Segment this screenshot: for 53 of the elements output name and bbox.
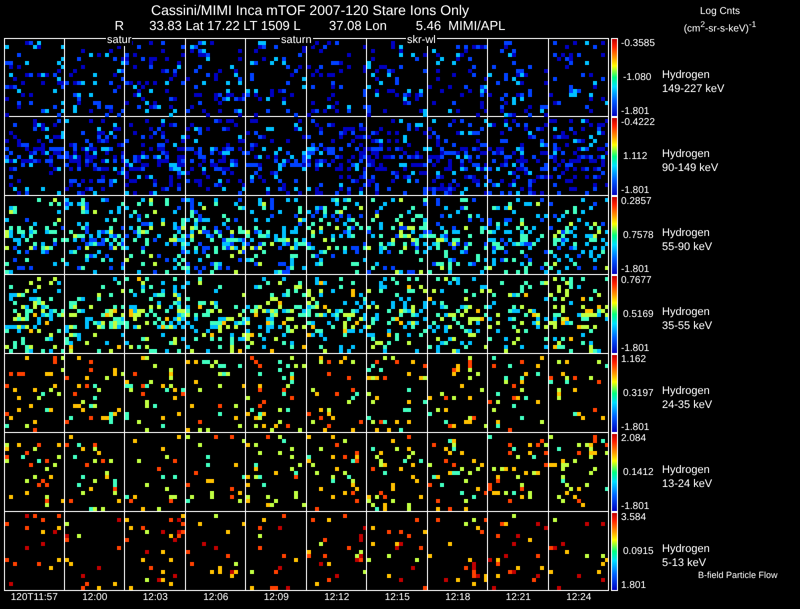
time-tick-label: 12:12	[323, 591, 350, 604]
energy-range-label: 90-149 keV	[662, 161, 718, 175]
scale-min-label: -1.801	[621, 344, 650, 354]
event-label: satur	[106, 35, 132, 46]
scale-max-label: 0.2857	[621, 197, 652, 207]
plot-title: Cassini/MIMI Inca mTOF 2007-120 Stare Ions Only	[151, 2, 469, 18]
scale-min-label: -1.801	[621, 186, 650, 196]
units-text: (cm$^{2}$-sr-s-keV)$^{-1}$	[684, 18, 756, 36]
scale-mid-label: 0.7578	[623, 231, 654, 241]
time-tick-label: 12:09	[262, 591, 290, 604]
legend-note: B-field Particle Flow	[698, 569, 778, 582]
scale-mid-label: 0.0915	[623, 547, 654, 557]
scale-min-label: 1.801	[621, 581, 646, 591]
species-label: Hydrogen	[662, 68, 711, 82]
time-tick-label: 120T11:57	[10, 591, 59, 604]
species-label: Hydrogen	[662, 384, 711, 398]
scale-max-label: 0.7677	[621, 276, 652, 286]
scale-min-label: -1.801	[621, 423, 650, 433]
event-label: skr-wl	[406, 35, 437, 46]
species-label: Hydrogen	[662, 305, 711, 319]
units-label: Log Cnts	[700, 6, 740, 18]
scale-max-label: 1.162	[621, 355, 646, 365]
scale-max-label: 2.084	[621, 434, 646, 444]
energy-range-label: 35-55 keV	[662, 319, 712, 333]
scale-mid-label: 0.1412	[623, 468, 654, 478]
scale-mid-label: 0.3197	[623, 389, 654, 399]
scale-min-label: -1.801	[621, 265, 650, 275]
orbit-info: R 33.83 Lat 17.22 LT 1509 L 37.08 Lon 5.46 MIMI/APL	[114, 18, 506, 33]
scale-min-label: -1.801	[621, 502, 650, 512]
time-tick-label: 12:15	[384, 591, 411, 604]
time-tick-label: 12:06	[202, 591, 230, 604]
scale-mid-label: -1.080	[623, 73, 652, 83]
scale-min-label: -1.801	[621, 107, 650, 117]
event-label: saturn	[280, 35, 313, 46]
energy-range-label: 5-13 keV	[662, 556, 708, 570]
species-label: Hydrogen	[662, 463, 711, 477]
time-tick-label: 12:18	[444, 591, 472, 604]
scale-mid-label: 0.5169	[623, 310, 654, 320]
energy-range-label: 13-24 keV	[662, 477, 712, 491]
time-tick-label: 12:21	[504, 591, 532, 604]
energy-range-label: 24-35 keV	[662, 398, 712, 412]
energy-range-label: 149-227 keV	[662, 82, 724, 96]
species-label: Hydrogen	[662, 226, 711, 240]
species-label: Hydrogen	[662, 147, 711, 161]
scale-max-label: 3.584	[621, 513, 646, 523]
time-tick-label: 12:24	[565, 591, 592, 604]
time-tick-label: 12:00	[81, 591, 108, 604]
scale-max-label: -0.4222	[621, 118, 655, 128]
time-tick-label: 12:03	[142, 591, 169, 604]
species-label: Hydrogen	[662, 542, 710, 556]
scale-mid-label: 1.112	[623, 152, 648, 162]
scale-max-label: -0.3585	[621, 39, 655, 49]
energy-range-label: 55-90 keV	[662, 240, 712, 254]
